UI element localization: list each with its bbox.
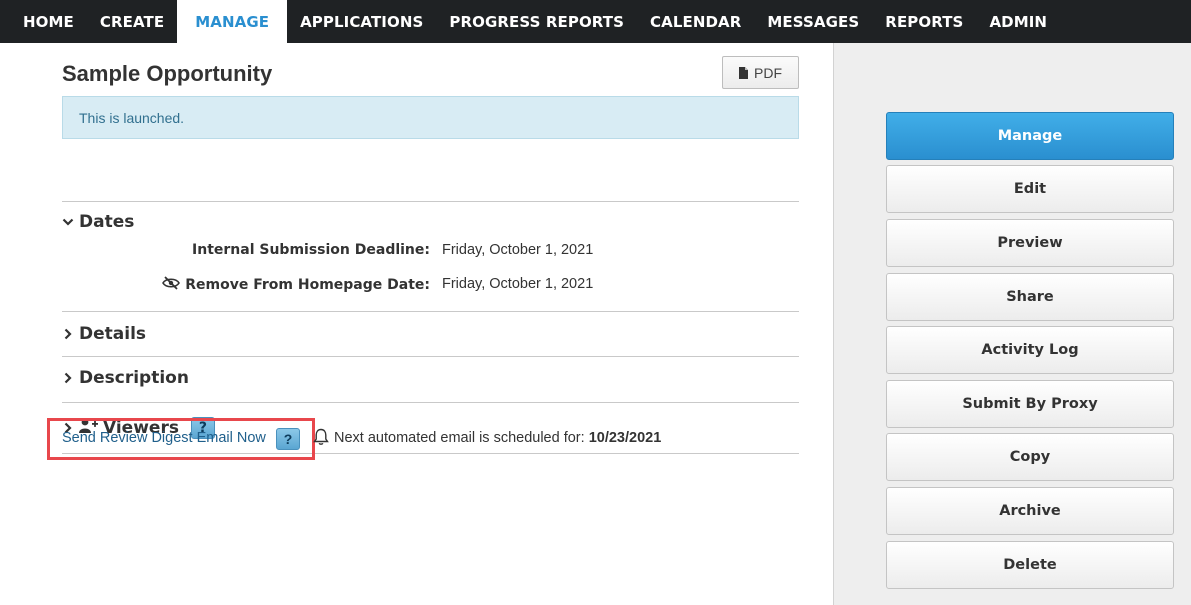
divider [62,356,799,357]
copy-button[interactable]: Copy [886,433,1174,481]
internal-deadline-value: Friday, October 1, 2021 [442,242,594,258]
pdf-button-label: PDF [754,64,782,81]
chevron-down-icon [62,216,74,228]
section-dates-toggle[interactable]: Dates [62,212,134,232]
remove-homepage-value: Friday, October 1, 2021 [442,276,594,292]
manage-button[interactable]: Manage [886,112,1174,160]
delete-button[interactable]: Delete [886,541,1174,589]
bell-icon [313,428,329,451]
top-navigation: HOME CREATE MANAGE APPLICATIONS PROGRESS… [0,0,1191,43]
submit-by-proxy-button[interactable]: Submit By Proxy [886,380,1174,428]
file-icon [739,66,748,79]
divider [62,402,799,403]
next-email-text: Next automated email is scheduled for: 1… [334,430,662,446]
nav-calendar[interactable]: CALENDAR [637,0,754,43]
pdf-button[interactable]: PDF [722,56,799,89]
section-description-toggle[interactable]: Description [62,368,189,388]
activity-log-button[interactable]: Activity Log [886,326,1174,374]
divider [62,201,799,202]
nav-applications[interactable]: APPLICATIONS [287,0,436,43]
nav-progress-reports[interactable]: PROGRESS REPORTS [436,0,637,43]
status-alert: This is launched. [62,96,799,139]
section-details-toggle[interactable]: Details [62,324,146,344]
page-title: Sample Opportunity [62,61,273,86]
next-email-date: 10/23/2021 [588,430,662,446]
edit-button[interactable]: Edit [886,165,1174,213]
chevron-right-icon [62,372,74,384]
nav-messages[interactable]: MESSAGES [754,0,872,43]
nav-reports[interactable]: REPORTS [872,0,976,43]
share-button[interactable]: Share [886,273,1174,321]
digest-help-icon[interactable]: ? [276,428,300,450]
remove-homepage-label: Remove From Homepage Date: [162,276,430,294]
nav-manage[interactable]: MANAGE [177,0,288,43]
nav-home[interactable]: HOME [10,0,87,43]
section-dates-title: Dates [79,212,135,232]
chevron-right-icon [62,328,74,340]
divider [62,311,799,312]
preview-button[interactable]: Preview [886,219,1174,267]
section-details-title: Details [79,324,147,344]
eye-slash-icon [162,276,181,294]
send-review-digest-link[interactable]: Send Review Digest Email Now [62,430,266,446]
nav-create[interactable]: CREATE [87,0,177,43]
nav-admin[interactable]: ADMIN [976,0,1060,43]
section-description-title: Description [79,368,189,388]
archive-button[interactable]: Archive [886,487,1174,535]
internal-deadline-label: Internal Submission Deadline: [192,242,430,258]
